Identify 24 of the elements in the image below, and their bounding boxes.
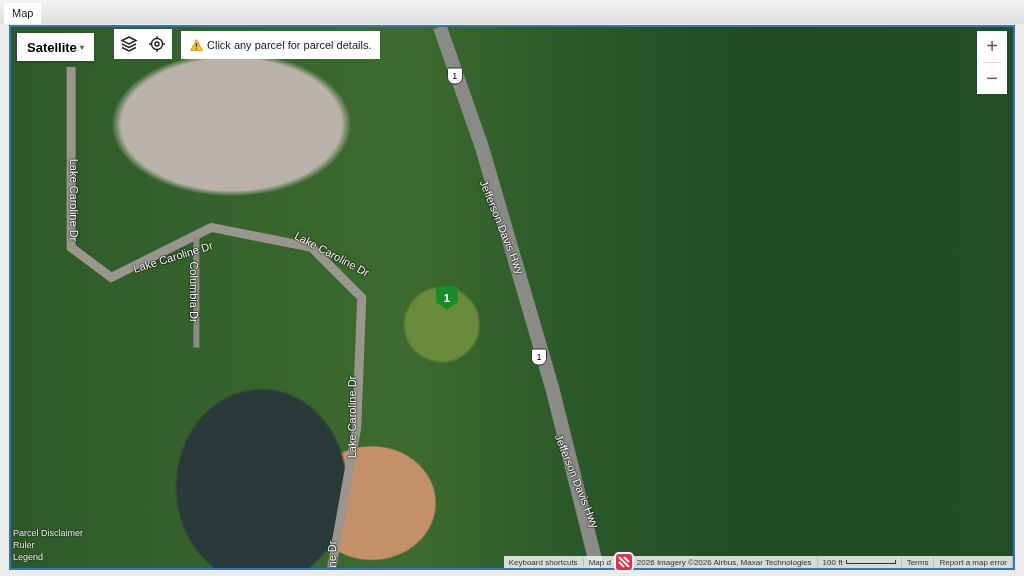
road-label: Lake Caroline Dr (68, 158, 81, 242)
notice-text: Click any parcel for parcel details. (207, 39, 372, 51)
map-link[interactable]: Ruler (13, 540, 83, 550)
caret-icon: ▾ (79, 42, 84, 52)
warning-icon (190, 39, 203, 51)
map-link[interactable]: Legend (13, 552, 83, 562)
locate-icon[interactable] (148, 35, 166, 53)
road-label: Columbia Dr (188, 261, 201, 323)
layers-icon[interactable] (120, 35, 138, 53)
report-error-link[interactable]: Report a map error (934, 557, 1013, 567)
map-data-text: Map d (588, 557, 611, 567)
road-label: ne Dr (325, 541, 338, 568)
map-tab[interactable]: Map (4, 3, 42, 24)
route-shield: 1 (531, 348, 548, 366)
route-shield: 1 (446, 67, 463, 85)
terms-link[interactable]: Terms (901, 557, 935, 567)
map-pin[interactable]: 1 (435, 285, 458, 310)
imagery-credit-text: 2026 Imagery ©2026 Airbus, Maxar Technologies (636, 557, 812, 567)
road-label: Lake Caroline Dr (345, 375, 358, 458)
map-link[interactable]: Parcel Disclaimer (13, 528, 83, 538)
map-type-dropdown[interactable]: Satellite ▾ (17, 33, 94, 61)
scale-label: 100 ft (822, 557, 843, 567)
keyboard-shortcuts-link[interactable]: Keyboard shortcuts (503, 557, 584, 567)
scale-bar (845, 560, 896, 564)
